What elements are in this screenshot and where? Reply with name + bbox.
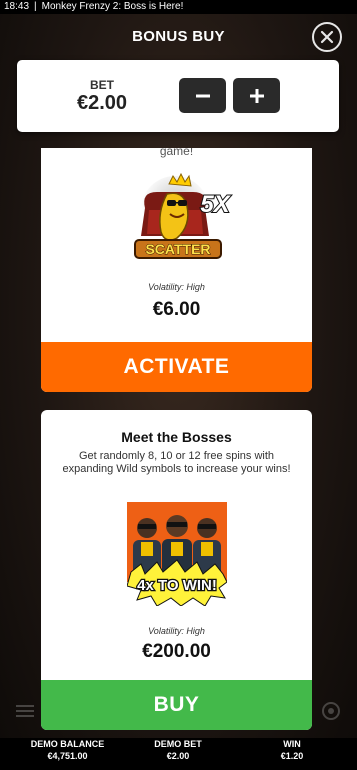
bet-panel: BET €2.00 <box>17 60 339 132</box>
bonus-card-scatter: game! 5X SCATTER Volatility: High €6.00 … <box>41 148 312 392</box>
scatter-logo-text: SCATTER <box>145 241 210 257</box>
close-button[interactable] <box>312 22 342 52</box>
bet-label: BET <box>90 78 114 92</box>
volatility-label: Volatility: High <box>148 626 205 636</box>
balance-label: DEMO BALANCE <box>30 739 105 749</box>
bet-value: €2.00 <box>76 92 128 114</box>
close-icon <box>320 30 334 44</box>
minus-icon <box>195 94 210 97</box>
increase-bet-button[interactable] <box>233 78 280 113</box>
boss-monkeys-icon: 4x TO WIN! <box>127 502 227 606</box>
demo-bet-value: €2.00 <box>166 751 190 761</box>
menu-icon <box>16 705 34 717</box>
card-description-tail: game! <box>159 148 194 158</box>
balance-value: €4,751.00 <box>47 751 88 761</box>
card-description: Get randomly 8, 10 or 12 free spins with… <box>62 450 291 475</box>
bonus-list[interactable]: game! 5X SCATTER Volatility: High €6.00 … <box>41 148 312 738</box>
bonus-price: €6.00 <box>152 299 201 320</box>
page-title: BONUS BUY <box>132 28 225 45</box>
volatility-label: Volatility: High <box>148 282 205 292</box>
activate-button[interactable]: ACTIVATE <box>41 342 312 392</box>
status-bar: 18:43 | Monkey Frenzy 2: Boss is Here! <box>0 0 357 14</box>
win: WIN €1.20 <box>262 738 322 762</box>
demo-bet-label: DEMO BET <box>154 739 202 749</box>
win-value: €1.20 <box>280 751 304 761</box>
demo-balance: DEMO BALANCE €4,751.00 <box>20 738 115 762</box>
card-title: Meet the Bosses <box>121 429 232 445</box>
banana-king-icon: 5X SCATTER <box>134 172 233 259</box>
win-label: WIN <box>283 739 301 749</box>
multiplier-badge: 5X <box>200 191 231 218</box>
title-separator: | <box>34 1 37 12</box>
decrease-bet-button[interactable] <box>179 78 226 113</box>
win-banner-text: 4x TO WIN! <box>137 577 217 594</box>
demo-bet: DEMO BET €2.00 <box>138 738 218 762</box>
clock: 18:43 <box>4 1 30 12</box>
plus-icon <box>249 88 264 103</box>
bonus-card-bosses: Meet the Bosses Get randomly 8, 10 or 12… <box>41 410 312 730</box>
buy-button[interactable]: BUY <box>41 680 312 730</box>
bonus-price: €200.00 <box>142 641 211 662</box>
footer-bar: DEMO BALANCE €4,751.00 DEMO BET €2.00 WI… <box>0 738 357 770</box>
settings-icon <box>322 702 340 720</box>
screen: 18:43 | Monkey Frenzy 2: Boss is Here! BON… <box>0 0 357 770</box>
window-title: Monkey Frenzy 2: Boss is Here! <box>41 1 184 12</box>
